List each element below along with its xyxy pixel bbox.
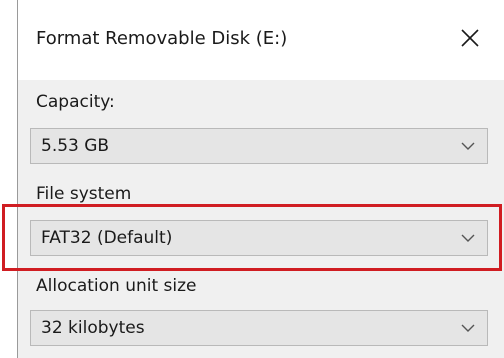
capacity-dropdown[interactable]: 5.53 GB — [30, 128, 488, 164]
file-system-value: FAT32 (Default) — [41, 228, 173, 248]
chevron-down-icon — [461, 234, 475, 242]
allocation-unit-dropdown[interactable]: 32 kilobytes — [30, 310, 488, 346]
chevron-down-icon — [461, 142, 475, 150]
capacity-label: Capacity: — [36, 92, 115, 112]
dialog-title: Format Removable Disk (E:) — [36, 28, 288, 49]
allocation-unit-label: Allocation unit size — [36, 276, 197, 296]
screenshot: Format Removable Disk (E:) Capacity: 5.5… — [0, 0, 504, 358]
chevron-down-icon — [461, 324, 475, 332]
format-dialog: Format Removable Disk (E:) Capacity: 5.5… — [17, 0, 504, 358]
close-icon — [461, 29, 479, 47]
close-button[interactable] — [450, 18, 490, 58]
file-system-label: File system — [36, 184, 132, 204]
allocation-unit-value: 32 kilobytes — [41, 318, 145, 338]
capacity-value: 5.53 GB — [41, 136, 110, 156]
title-bar[interactable]: Format Removable Disk (E:) — [18, 0, 504, 80]
file-system-dropdown[interactable]: FAT32 (Default) — [30, 220, 488, 256]
